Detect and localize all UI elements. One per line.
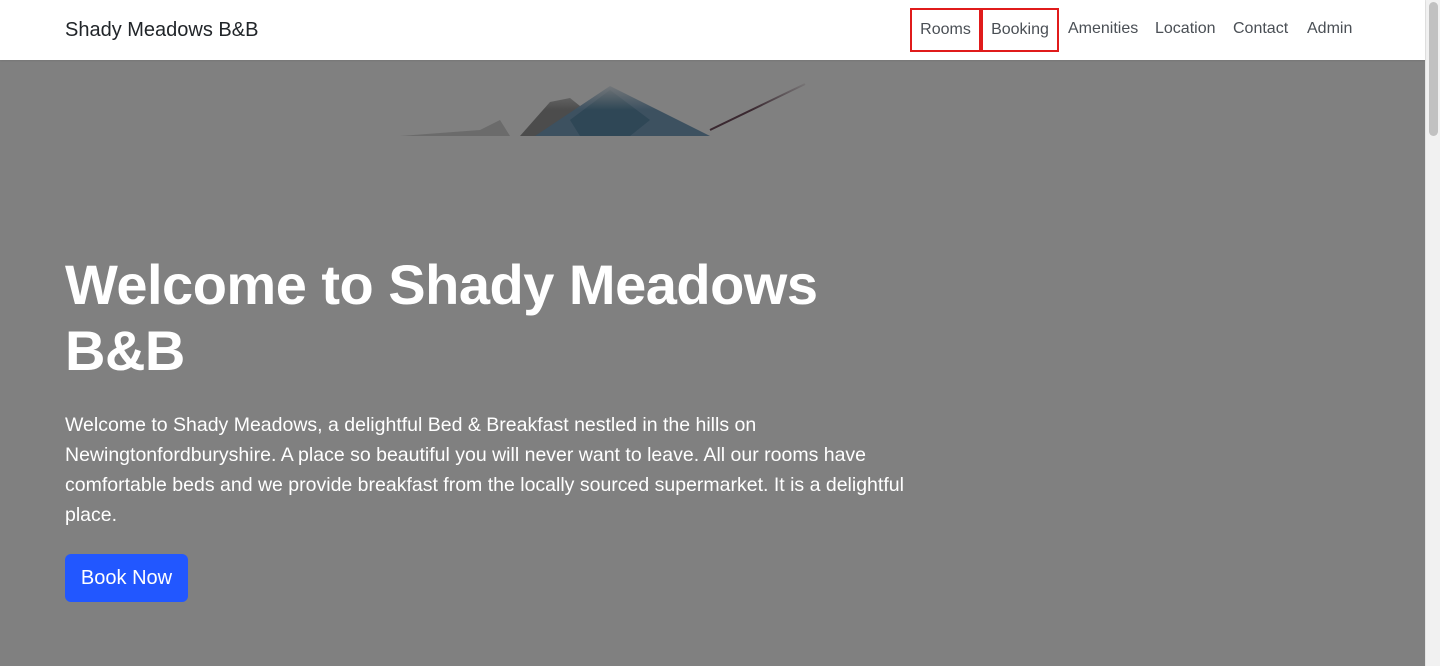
nav-links: Rooms Booking Amenities Location Contact…	[0, 0, 1425, 60]
nav-admin[interactable]: Admin	[1307, 19, 1352, 39]
hero-description: Welcome to Shady Meadows, a delightful B…	[65, 414, 904, 526]
nav-amenities[interactable]: Amenities	[1068, 19, 1138, 39]
hero-section: Welcome to Shady Meadows B&B Welcome to …	[0, 60, 1425, 666]
book-now-button[interactable]: Book Now	[65, 554, 188, 602]
scrollbar-thumb[interactable]	[1429, 2, 1438, 136]
nav-booking[interactable]: Booking	[981, 8, 1059, 52]
page-scrollbar[interactable]	[1425, 0, 1440, 666]
navbar: Shady Meadows B&B Rooms Booking Amenitie…	[0, 0, 1425, 60]
hero-title: Welcome to Shady Meadows B&B	[65, 253, 818, 382]
nav-location[interactable]: Location	[1155, 19, 1216, 39]
nav-rooms[interactable]: Rooms	[910, 8, 981, 52]
nav-contact[interactable]: Contact	[1233, 19, 1288, 39]
hero-background-image	[380, 80, 1020, 136]
